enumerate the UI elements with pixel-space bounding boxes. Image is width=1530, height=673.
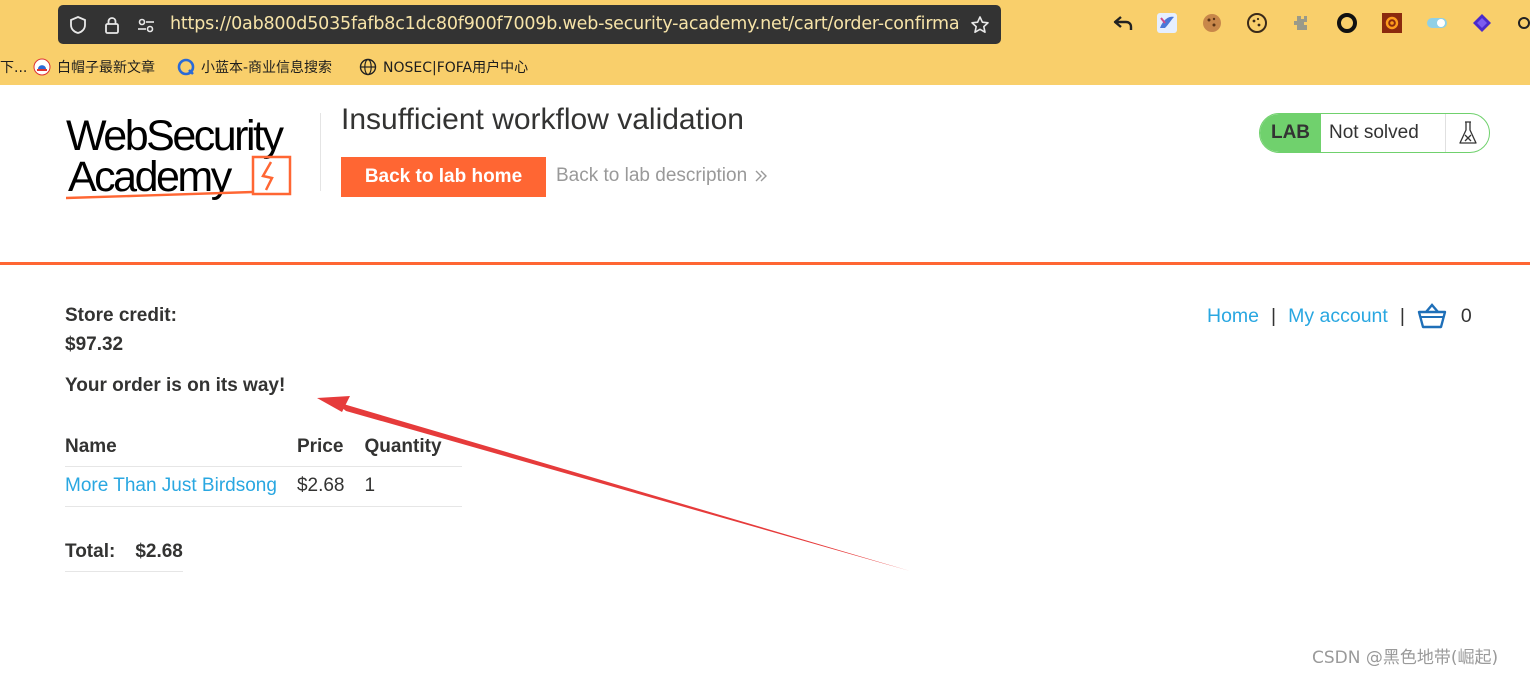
table-row: More Than Just Birdsong $2.68 1 xyxy=(65,466,462,507)
cookie-icon[interactable] xyxy=(1201,12,1223,34)
toggle-extension-icon[interactable] xyxy=(1426,12,1448,34)
back-to-lab-description-link[interactable]: Back to lab description xyxy=(556,165,769,187)
double-chevron-right-icon xyxy=(755,170,768,182)
lab-tag: LAB xyxy=(1260,114,1321,152)
header-divider xyxy=(0,262,1530,265)
order-total-table: Total: $2.68 xyxy=(65,533,183,572)
permissions-icon[interactable] xyxy=(136,15,156,35)
bookmark-item[interactable]: 白帽子最新文章 xyxy=(33,57,155,77)
bookmark-item[interactable]: 下... xyxy=(0,57,27,77)
bookmark-label: 白帽子最新文章 xyxy=(57,60,155,76)
nav-home-link[interactable]: Home xyxy=(1207,305,1259,328)
puzzle-extension-icon[interactable] xyxy=(1291,12,1313,34)
total-label: Total: xyxy=(65,533,136,572)
store-credit-label: Store credit: xyxy=(65,305,177,326)
address-bar[interactable]: https://0ab800d5035fafb8c1dc80f900f7009b… xyxy=(58,5,1001,44)
order-items-table: Name Price Quantity More Than Just Birds… xyxy=(65,428,462,507)
flask-icon-cell[interactable] xyxy=(1445,114,1489,152)
bookmark-label: 小蓝本-商业信息搜索 xyxy=(201,60,333,76)
lock-icon[interactable] xyxy=(102,15,122,35)
order-confirmation-message: Your order is on its way! xyxy=(65,375,286,396)
globe-icon xyxy=(359,58,377,76)
xiaolanben-icon xyxy=(177,58,195,76)
cookie-editor-icon[interactable] xyxy=(1246,12,1268,34)
back-to-lab-home-button[interactable]: Back to lab home xyxy=(341,157,546,197)
lab-status-text: Not solved xyxy=(1329,122,1419,143)
total-row: Total: $2.68 xyxy=(65,533,183,572)
browser-chrome: https://0ab800d5035fafb8c1dc80f900f7009b… xyxy=(0,0,1530,85)
bird-extension-icon[interactable] xyxy=(1156,12,1178,34)
back-to-lab-description-label: Back to lab description xyxy=(556,165,748,186)
product-quantity-cell: 1 xyxy=(364,466,462,507)
more-extension-icon[interactable] xyxy=(1516,12,1530,34)
store-credit-value: $97.32 xyxy=(65,334,124,355)
table-header-row: Name Price Quantity xyxy=(65,428,462,467)
lab-title: Insufficient workflow validation xyxy=(341,103,744,136)
gear-extension-icon[interactable] xyxy=(1381,12,1403,34)
url-text[interactable]: https://0ab800d5035fafb8c1dc80f900f7009b… xyxy=(170,14,960,34)
column-header-quantity: Quantity xyxy=(364,428,462,467)
undo-arrow-icon[interactable] xyxy=(1112,12,1134,34)
product-name-cell: More Than Just Birdsong xyxy=(65,466,297,507)
web-security-academy-logo[interactable]: WebSecurity Academy xyxy=(66,110,326,205)
top-nav: Home | My account | 0 xyxy=(1207,303,1472,329)
logo-divider xyxy=(320,113,321,191)
circle-extension-icon[interactable] xyxy=(1336,12,1358,34)
cart-icon[interactable] xyxy=(1417,303,1447,329)
product-link[interactable]: More Than Just Birdsong xyxy=(65,475,277,496)
whitehat-icon xyxy=(33,58,51,76)
bookmark-item[interactable]: NOSEC|FOFA用户中心 xyxy=(359,57,528,77)
nav-separator: | xyxy=(1271,304,1277,327)
nav-my-account-link[interactable]: My account xyxy=(1288,305,1388,328)
logo-lightning-icon xyxy=(261,161,274,191)
bookmark-item[interactable]: 小蓝本-商业信息搜索 xyxy=(177,57,332,77)
column-header-price: Price xyxy=(296,428,365,467)
annotation-arrow xyxy=(317,396,910,571)
diamond-extension-icon[interactable] xyxy=(1471,12,1493,34)
annotation-arrow-head xyxy=(317,396,350,412)
watermark: CSDN @黑色地带(崛起) xyxy=(1312,648,1499,668)
flask-icon xyxy=(1458,121,1477,144)
bookmark-star-icon[interactable] xyxy=(970,15,990,35)
product-price-cell: $2.68 xyxy=(296,466,365,507)
bookmark-label: NOSEC|FOFA用户中心 xyxy=(383,60,529,76)
lab-status-widget: LAB Not solved xyxy=(1259,113,1490,153)
cart-count: 0 xyxy=(1460,304,1472,327)
bookmarks-bar: 下... 白帽子最新文章 小蓝本-商业信息搜索 NOSEC|FOFA用户中心 xyxy=(0,53,1530,81)
shield-icon[interactable] xyxy=(68,15,88,35)
column-header-name: Name xyxy=(65,428,297,467)
bookmark-label: 下... xyxy=(0,60,28,76)
total-value: $2.68 xyxy=(135,533,183,572)
nav-separator: | xyxy=(1399,304,1405,327)
